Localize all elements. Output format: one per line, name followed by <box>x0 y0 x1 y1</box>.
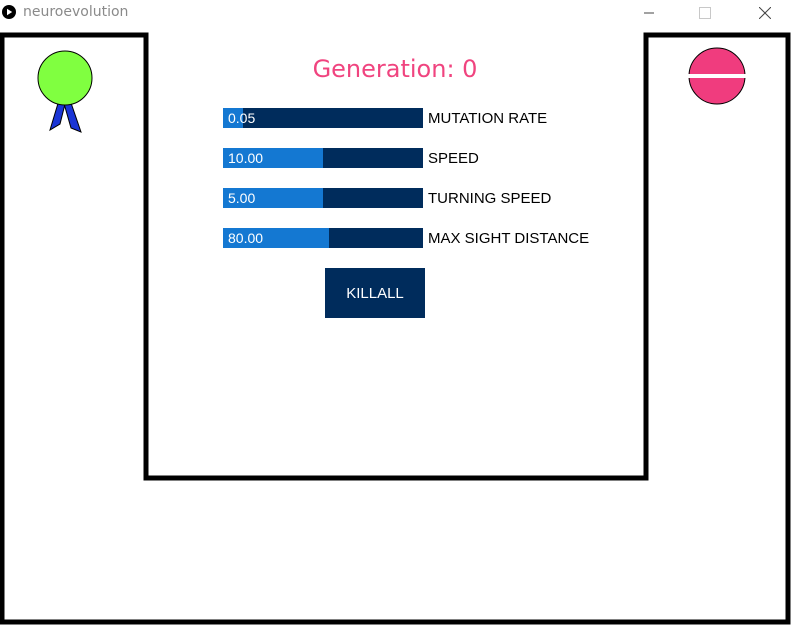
maximize-button[interactable] <box>682 0 728 26</box>
max-sight-distance-slider: 80.00 MAX SIGHT DISTANCE <box>223 228 623 248</box>
title-bar: neuroevolution <box>0 0 792 26</box>
minimize-icon <box>644 12 654 14</box>
killall-button[interactable]: KILLALL <box>325 268 425 318</box>
speed-value: 10.00 <box>228 150 264 166</box>
max-sight-distance-label: MAX SIGHT DISTANCE <box>428 230 590 247</box>
turning-speed-slider: 5.00 TURNING SPEED <box>223 188 623 208</box>
maximize-icon <box>699 7 711 19</box>
max-sight-distance-value: 80.00 <box>228 230 264 246</box>
mutation-rate-label: MUTATION RATE <box>428 110 548 127</box>
turning-speed-slider-track[interactable]: 5.00 <box>223 188 423 208</box>
agent <box>37 50 93 133</box>
generation-label: Generation: 0 <box>312 55 478 83</box>
mutation-rate-value: 0.05 <box>228 110 256 126</box>
speed-slider-track[interactable]: 10.00 <box>223 148 423 168</box>
play-circle-icon <box>2 5 16 19</box>
target <box>688 47 746 105</box>
turning-speed-value: 5.00 <box>228 190 256 206</box>
mutation-rate-slider-track[interactable]: 0.05 <box>223 108 423 128</box>
target-bar <box>688 74 746 78</box>
speed-slider: 10.00 SPEED <box>223 148 623 168</box>
max-sight-distance-slider-track[interactable]: 80.00 <box>223 228 423 248</box>
speed-label: SPEED <box>428 150 479 167</box>
agent-body <box>37 50 93 106</box>
minimize-button[interactable] <box>626 0 672 26</box>
turning-speed-label: TURNING SPEED <box>428 190 552 207</box>
close-button[interactable] <box>742 0 788 26</box>
window-title: neuroevolution <box>23 4 129 20</box>
close-icon <box>759 7 771 19</box>
mutation-rate-slider: 0.05 MUTATION RATE <box>223 108 623 128</box>
